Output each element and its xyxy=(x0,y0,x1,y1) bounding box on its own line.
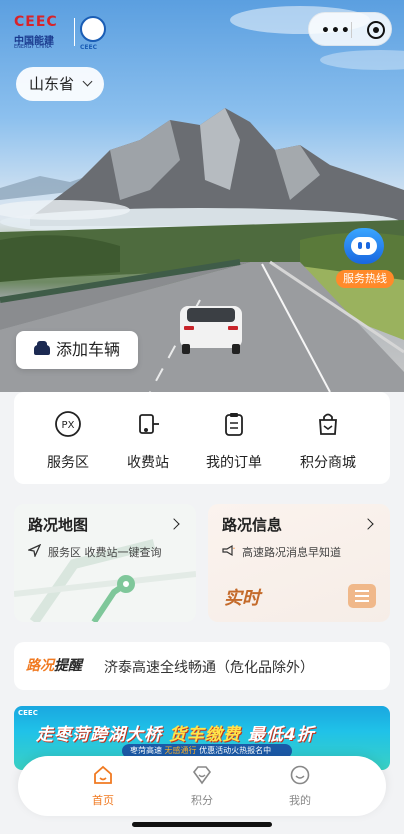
province-selector[interactable]: 山东省 xyxy=(16,67,104,101)
banner-logo: CEEC xyxy=(18,709,38,717)
tab-label: 我的 xyxy=(289,794,311,807)
logo-divider xyxy=(74,18,75,46)
road-info-subtitle: 高速路况消息早知道 xyxy=(242,546,341,559)
quick-item-my-orders[interactable]: 我的订单 xyxy=(196,410,272,472)
road-notice-message: 济泰高速全线畅通（危化品除外） xyxy=(104,660,314,676)
road-info-card[interactable]: 路况信息 高速路况消息早知道 实时 xyxy=(208,504,390,622)
tab-home[interactable]: 首页 xyxy=(68,764,138,808)
quick-item-toll-station[interactable]: 收费站 xyxy=(110,410,186,472)
add-vehicle-label: 添加车辆 xyxy=(56,340,121,359)
toll-gate-icon xyxy=(139,414,159,434)
bottom-tab-bar: 首页 积分 我的 xyxy=(18,756,386,816)
navigation-arrow-icon xyxy=(28,544,41,557)
tab-points[interactable]: 积分 xyxy=(167,764,237,808)
road-map-card[interactable]: 路况地图 服务区 收费站一键查询 xyxy=(14,504,196,622)
px-badge-icon: PX xyxy=(55,411,81,437)
miniprogram-capsule: ••• xyxy=(308,12,392,46)
road-notice-bar[interactable]: 路况提醒 济泰高速全线畅通（危化品除外） xyxy=(14,642,390,690)
road-info-title: 路况信息 xyxy=(222,516,283,534)
service-hotline-label: 服务热线 xyxy=(336,270,394,288)
ceec-logo: CEEC 中国能建 ENERGY CHINA CEEC xyxy=(14,14,106,51)
ceec-emblem-icon xyxy=(80,16,106,42)
banner-subline-part3: 优惠活动火热报名中 xyxy=(199,746,272,755)
megaphone-icon xyxy=(222,544,235,557)
logo-english-name: ENERGY CHINA xyxy=(14,44,52,50)
quick-item-label: 积分商城 xyxy=(300,455,356,471)
home-icon xyxy=(94,765,112,784)
province-label: 山东省 xyxy=(29,75,75,93)
home-indicator xyxy=(132,822,272,827)
points-diamond-icon xyxy=(192,766,212,785)
list-icon xyxy=(348,584,376,608)
banner-headline-part1: 走枣菏跨湖大桥 xyxy=(36,725,162,745)
realtime-label: 实时 xyxy=(224,588,260,609)
quick-item-service-area[interactable]: PX 服务区 xyxy=(30,410,106,472)
quick-item-label: 服务区 xyxy=(47,455,89,471)
quick-menu: PX 服务区 收费站 我的订单 积分商城 xyxy=(14,392,390,484)
banner-subline-part2: 无感通行 xyxy=(164,746,197,755)
banner-headline: 走枣菏跨湖大桥 货车缴费 最低4折 xyxy=(36,720,315,745)
smiley-profile-icon xyxy=(290,765,310,785)
robot-face-icon xyxy=(351,237,377,255)
more-icon[interactable]: ••• xyxy=(321,23,351,39)
quick-item-points-mall[interactable]: 积分商城 xyxy=(290,410,366,472)
tab-label: 首页 xyxy=(92,794,114,807)
road-notice-tag: 路况提醒 xyxy=(26,655,82,675)
chevron-down-icon xyxy=(82,76,93,87)
capsule-divider xyxy=(351,22,352,38)
banner-subline-part1: 枣菏高速 xyxy=(130,746,162,755)
quick-item-label: 我的订单 xyxy=(206,455,262,471)
clipboard-icon xyxy=(225,413,243,436)
service-hotline-button[interactable]: 服务热线 xyxy=(336,228,394,290)
logo-emblem-abbr: CEEC xyxy=(80,44,98,51)
close-miniprogram-icon[interactable] xyxy=(367,21,385,39)
car-icon xyxy=(34,341,50,355)
hero-banner: CEEC 中国能建 ENERGY CHINA CEEC ••• 山东省 服务热线… xyxy=(0,0,404,392)
logo-abbr: CEEC xyxy=(14,14,58,30)
chevron-right-icon xyxy=(362,518,374,530)
add-vehicle-button[interactable]: 添加车辆 xyxy=(16,331,138,369)
road-map-title: 路况地图 xyxy=(28,516,89,534)
tab-label: 积分 xyxy=(191,794,213,807)
tab-mine[interactable]: 我的 xyxy=(265,764,335,808)
quick-item-label: 收费站 xyxy=(127,455,169,471)
road-notice-tag-part1: 路况 xyxy=(26,658,54,674)
road-map-subtitle: 服务区 收费站一键查询 xyxy=(48,546,162,559)
banner-headline-part3: 最低4折 xyxy=(247,725,315,745)
svg-text:PX: PX xyxy=(62,420,75,431)
road-notice-tag-part2: 提醒 xyxy=(54,658,82,674)
banner-headline-part2: 货车缴费 xyxy=(168,725,241,745)
shopping-bag-icon xyxy=(319,413,337,435)
